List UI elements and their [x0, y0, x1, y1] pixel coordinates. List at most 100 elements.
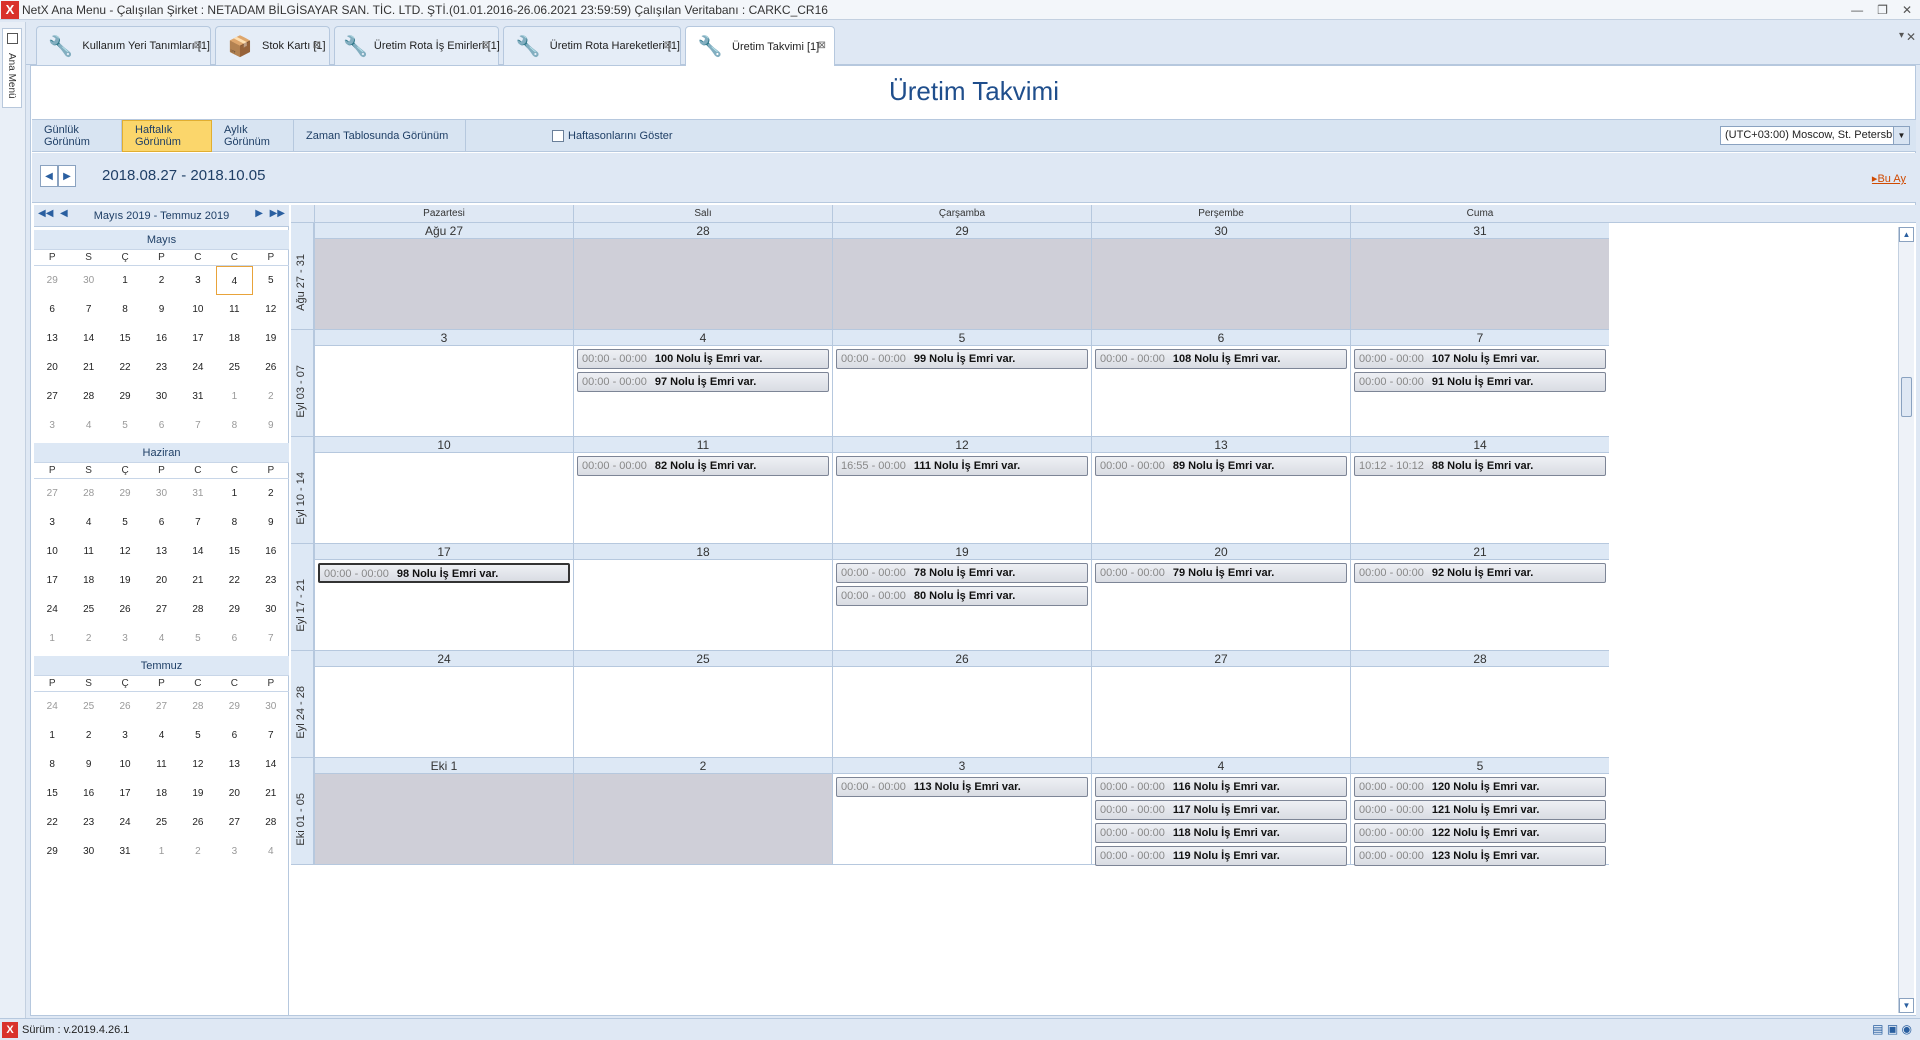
day-cell[interactable]: 31 — [1350, 223, 1609, 330]
mini-day[interactable]: 3 — [107, 721, 143, 750]
mini-day[interactable]: 3 — [34, 508, 70, 537]
mini-day[interactable]: 28 — [180, 595, 216, 624]
appointment[interactable]: 00:00 - 00:00 123 Nolu İş Emri var. — [1354, 846, 1606, 866]
daily-view-button[interactable]: Günlük Görünüm — [32, 120, 122, 152]
day-cell[interactable]: 13 00:00 - 00:00 89 Nolu İş Emri var. — [1091, 437, 1350, 544]
mini-day[interactable]: 20 — [216, 779, 252, 808]
day-cell[interactable]: 3 — [314, 330, 573, 437]
mini-day[interactable]: 30 — [143, 382, 179, 411]
mini-day[interactable]: 1 — [107, 266, 143, 295]
mini-day[interactable]: 1 — [216, 479, 252, 508]
day-cell[interactable]: 6 00:00 - 00:00 108 Nolu İş Emri var. — [1091, 330, 1350, 437]
mini-day[interactable]: 1 — [34, 624, 70, 653]
mini-day[interactable]: 2 — [70, 624, 106, 653]
tab-3[interactable]: 🔧 Üretim Rota İş Emirleri [1] ⊠ — [334, 26, 500, 65]
day-cell[interactable]: 12 16:55 - 00:00 111 Nolu İş Emri var. — [832, 437, 1091, 544]
day-cell[interactable]: 18 — [573, 544, 832, 651]
mini-day[interactable]: 17 — [107, 779, 143, 808]
mini-day[interactable]: 6 — [216, 624, 252, 653]
appointment[interactable]: 00:00 - 00:00 117 Nolu İş Emri var. — [1095, 800, 1347, 820]
appointment[interactable]: 00:00 - 00:00 80 Nolu İş Emri var. — [836, 586, 1088, 606]
day-cell[interactable]: 3 00:00 - 00:00 113 Nolu İş Emri var. — [832, 758, 1091, 865]
day-cell[interactable]: 10 — [314, 437, 573, 544]
weekend-checkbox-wrap[interactable]: Haftasonlarını Göster — [552, 120, 673, 152]
day-cell[interactable]: 29 — [832, 223, 1091, 330]
mini-day[interactable]: 1 — [34, 721, 70, 750]
mini-day[interactable]: 17 — [180, 324, 216, 353]
ana-menu-button[interactable]: Ana Menü — [2, 28, 22, 108]
mini-day[interactable]: 14 — [253, 750, 289, 779]
appointment[interactable]: 00:00 - 00:00 92 Nolu İş Emri var. — [1354, 563, 1606, 583]
mini-day[interactable]: 30 — [253, 692, 289, 721]
appointment[interactable]: 00:00 - 00:00 120 Nolu İş Emri var. — [1354, 777, 1606, 797]
prev-period-button[interactable]: ◀ — [40, 165, 58, 187]
appointment[interactable]: 00:00 - 00:00 97 Nolu İş Emri var. — [577, 372, 829, 392]
mini-day[interactable]: 20 — [143, 566, 179, 595]
day-cell[interactable]: 26 — [832, 651, 1091, 758]
dropdown-arrow-icon[interactable]: ▼ — [1893, 127, 1909, 144]
this-month-link[interactable]: ▸Bu Ay — [1872, 172, 1906, 185]
mini-day[interactable]: 22 — [107, 353, 143, 382]
appointment[interactable]: 00:00 - 00:00 82 Nolu İş Emri var. — [577, 456, 829, 476]
mini-day[interactable]: 19 — [107, 566, 143, 595]
mini-day[interactable]: 2 — [253, 479, 289, 508]
mini-day[interactable]: 7 — [180, 508, 216, 537]
mini-day[interactable]: 30 — [70, 837, 106, 866]
mini-day[interactable]: 21 — [70, 353, 106, 382]
mini-day[interactable]: 15 — [216, 537, 252, 566]
mini-day[interactable]: 16 — [143, 324, 179, 353]
mini-day[interactable]: 26 — [253, 353, 289, 382]
mini-day[interactable]: 25 — [143, 808, 179, 837]
monthly-view-button[interactable]: Aylık Görünüm — [212, 120, 294, 152]
mini-day[interactable]: 29 — [107, 382, 143, 411]
tab-close-icon[interactable]: ⊠ — [313, 40, 321, 51]
mini-day[interactable]: 5 — [253, 266, 289, 295]
scroll-down-icon[interactable]: ▼ — [1899, 998, 1914, 1013]
tab-close-icon[interactable]: ⊠ — [482, 40, 490, 51]
day-cell[interactable]: 27 — [1091, 651, 1350, 758]
mini-day[interactable]: 4 — [70, 411, 106, 440]
tab-5[interactable]: 🔧 Üretim Takvimi [1] ⊠ — [685, 26, 835, 66]
day-cell[interactable]: Eki 1 — [314, 758, 573, 865]
mini-day[interactable]: 13 — [34, 324, 70, 353]
chevron-down-icon[interactable]: ▾ — [1899, 30, 1904, 41]
mini-day[interactable]: 4 — [143, 624, 179, 653]
mini-day[interactable]: 19 — [180, 779, 216, 808]
mini-day[interactable]: 2 — [253, 382, 289, 411]
mini-day[interactable]: 16 — [253, 537, 289, 566]
mini-day[interactable]: 18 — [216, 324, 252, 353]
mini-day[interactable]: 15 — [34, 779, 70, 808]
mini-day[interactable]: 14 — [180, 537, 216, 566]
day-cell[interactable]: 28 — [1350, 651, 1609, 758]
mini-day[interactable]: 4 — [216, 266, 253, 295]
appointment[interactable]: 00:00 - 00:00 116 Nolu İş Emri var. — [1095, 777, 1347, 797]
mini-day[interactable]: 23 — [253, 566, 289, 595]
mini-day[interactable]: 13 — [143, 537, 179, 566]
restore-button[interactable]: ❐ — [1877, 3, 1888, 17]
close-icon[interactable]: ✕ — [1906, 30, 1916, 44]
mini-day[interactable]: 27 — [34, 479, 70, 508]
mini-day[interactable]: 3 — [216, 837, 252, 866]
mini-day[interactable]: 10 — [34, 537, 70, 566]
appointment[interactable]: 10:12 - 10:12 88 Nolu İş Emri var. — [1354, 456, 1606, 476]
mini-day[interactable]: 17 — [34, 566, 70, 595]
day-cell[interactable]: 2 — [573, 758, 832, 865]
mini-day[interactable]: 29 — [216, 692, 252, 721]
mini-day[interactable]: 6 — [216, 721, 252, 750]
next-period-button[interactable]: ▶ — [58, 165, 76, 187]
mini-day[interactable]: 8 — [216, 411, 252, 440]
tab-close-icon[interactable]: ⊠ — [818, 40, 826, 51]
tab-2[interactable]: 📦 Stok Kartı [1] ⊠ — [215, 26, 330, 65]
mini-day[interactable]: 11 — [216, 295, 252, 324]
mini-day[interactable]: 7 — [253, 721, 289, 750]
mini-day[interactable]: 9 — [253, 411, 289, 440]
mini-day[interactable]: 1 — [143, 837, 179, 866]
mini-day[interactable]: 30 — [70, 266, 106, 295]
day-cell[interactable]: 25 — [573, 651, 832, 758]
appointment[interactable]: 00:00 - 00:00 100 Nolu İş Emri var. — [577, 349, 829, 369]
mini-day[interactable]: 27 — [34, 382, 70, 411]
mini-day[interactable]: 14 — [70, 324, 106, 353]
day-cell[interactable]: 17 00:00 - 00:00 98 Nolu İş Emri var. — [314, 544, 573, 651]
app-icon[interactable]: X — [1, 0, 19, 19]
mini-day[interactable]: 24 — [180, 353, 216, 382]
